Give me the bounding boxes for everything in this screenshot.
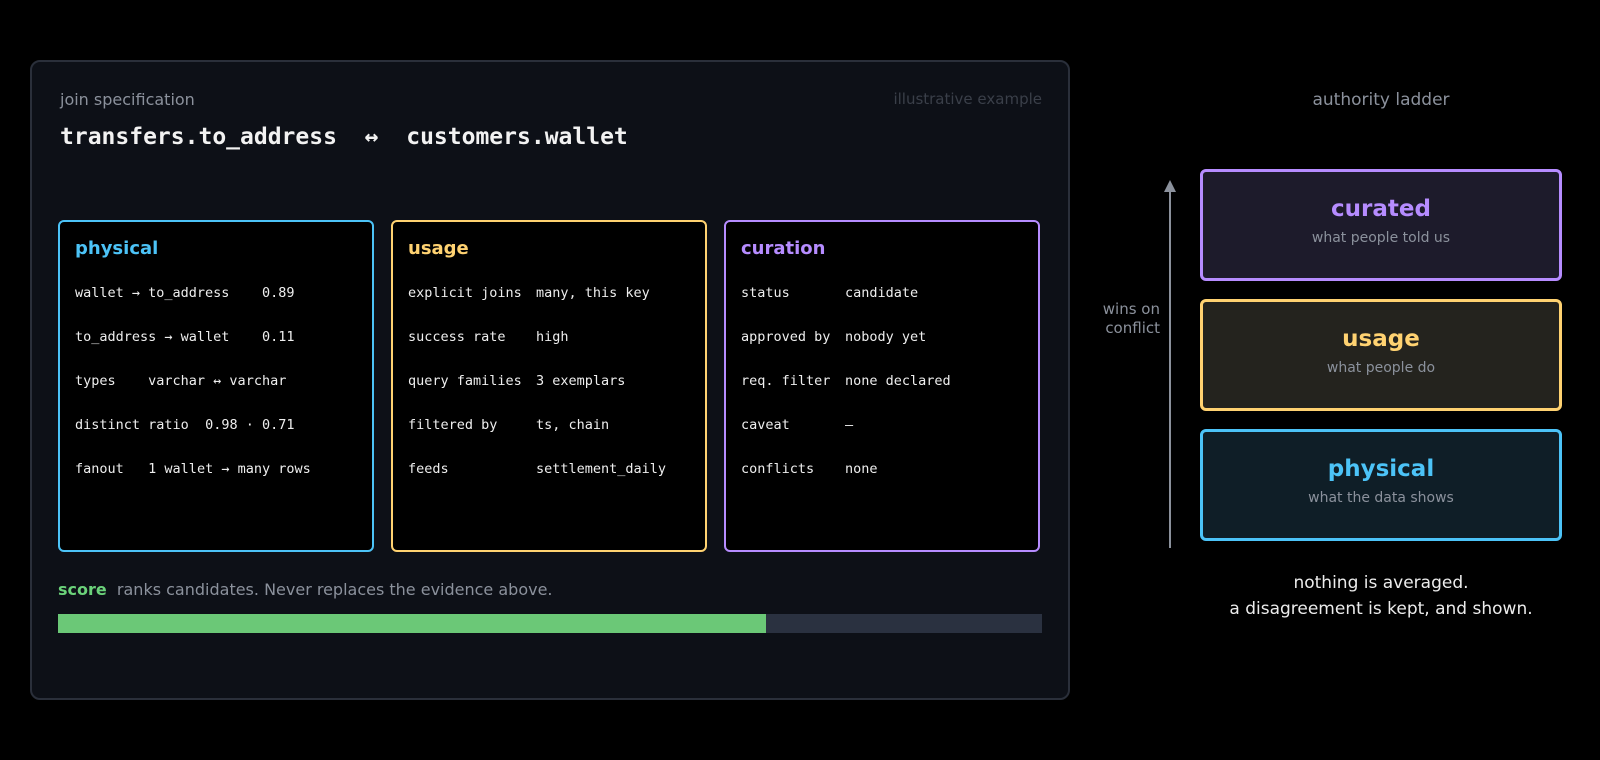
row-value: many, this key — [536, 285, 650, 301]
row-value: 0.89 — [261, 285, 295, 301]
panel-row: feeds settlement_daily — [408, 461, 666, 505]
panel-row: types varchar ↔ varchar — [75, 373, 311, 417]
closing-note: nothing is averaged. a disagreement is k… — [1200, 570, 1562, 622]
panel-row: to_address → wallet 0.11 — [75, 329, 311, 373]
panel-row: filtered by ts, chain — [408, 417, 666, 461]
row-value: high — [536, 329, 569, 345]
row-value: nobody yet — [845, 329, 927, 345]
tier-name: curated — [1331, 196, 1431, 222]
physical-panel: physical wallet → to_address 0.89 to_add… — [58, 220, 374, 552]
curation-panel: curation status candidate approved by nobo… — [724, 220, 1040, 552]
panel-row: status candidate — [741, 285, 951, 329]
diagram-canvas: join specification illustrative example … — [0, 0, 1600, 760]
row-key: req. filter — [741, 373, 831, 389]
row-key: explicit joins — [408, 285, 522, 301]
row-key: feeds — [408, 461, 449, 477]
row-key: approved by — [741, 329, 831, 345]
tier-name: physical — [1327, 456, 1435, 482]
panel-row: wallet → to_address 0.89 — [75, 285, 311, 329]
row-value: ts, chain — [536, 417, 610, 433]
row-value: 1 wallet → many rows — [148, 461, 311, 477]
panel-row: req. filter none declared — [741, 373, 951, 417]
panel-row: caveat — — [741, 417, 951, 461]
up-arrow-icon — [1164, 180, 1176, 548]
tier-physical: physical what the data shows — [1200, 429, 1562, 541]
row-key: types — [75, 373, 116, 389]
left-key: transfers.to_address — [60, 124, 337, 150]
join-spec-card: join specification illustrative example … — [30, 60, 1070, 700]
row-key: to_address → wallet — [75, 329, 230, 345]
row-key: caveat — [741, 417, 790, 433]
score-label: score — [58, 580, 107, 599]
row-key: wallet → to_address — [75, 285, 230, 301]
score-bar-fill — [58, 614, 767, 633]
panel-title: physical — [75, 238, 159, 259]
row-key: distinct ratio — [75, 417, 189, 433]
panel-title: usage — [408, 238, 469, 259]
wins-line-1: wins on — [1102, 300, 1160, 318]
usage-panel: usage explicit joins many, this key succe… — [391, 220, 707, 552]
panel-row: approved by nobody yet — [741, 329, 951, 373]
row-value: candidate — [845, 285, 919, 301]
row-value: 3 exemplars — [536, 373, 626, 389]
row-key: conflicts — [741, 461, 815, 477]
closing-line-1: nothing is averaged. — [1293, 573, 1469, 593]
row-value: 0.11 — [261, 329, 295, 345]
row-value: — — [845, 417, 854, 433]
spec-label: join specification — [60, 90, 195, 109]
row-key: status — [741, 285, 790, 301]
tier-curated: curated what people told us — [1200, 169, 1562, 281]
row-key: success rate — [408, 329, 506, 345]
row-key: fanout — [75, 461, 124, 477]
join-expression: transfers.to_address ↔ customers.wallet — [60, 124, 628, 150]
panel-title: curation — [741, 238, 826, 259]
row-value: 0.98 · 0.71 — [205, 417, 295, 433]
panel-row: fanout 1 wallet → many rows — [75, 461, 311, 505]
tier-usage: usage what people do — [1200, 299, 1562, 411]
wins-line-2: conflict — [1105, 319, 1160, 337]
panel-row: conflicts none — [741, 461, 951, 505]
ladder-title: authority ladder — [1312, 90, 1450, 110]
row-key: filtered by — [408, 417, 498, 433]
panel-row: success rate high — [408, 329, 666, 373]
panel-row: distinct ratio 0.98 · 0.71 — [75, 417, 311, 461]
tier-description: what the data shows — [1308, 490, 1454, 506]
tier-description: what people told us — [1311, 230, 1451, 246]
row-value: varchar ↔ varchar — [148, 373, 287, 389]
row-value: none — [845, 461, 878, 477]
panel-row: explicit joins many, this key — [408, 285, 666, 329]
join-arrow: ↔ — [364, 124, 379, 150]
tier-description: what people do — [1326, 360, 1436, 376]
panel-row: query families 3 exemplars — [408, 373, 666, 417]
row-value: none declared — [845, 373, 951, 389]
score-bar-track — [58, 614, 1042, 633]
score-description: ranks candidates. Never replaces the evi… — [116, 580, 553, 599]
closing-line-2: a disagreement is kept, and shown. — [1229, 599, 1533, 619]
illustrative-note: illustrative example — [893, 90, 1042, 108]
tier-name: usage — [1342, 326, 1420, 352]
row-value: settlement_daily — [536, 461, 667, 477]
right-key: customers.wallet — [406, 124, 628, 150]
score-caption: score ranks candidates. Never replaces t… — [58, 580, 553, 599]
wins-on-conflict-label: wins on conflict — [1080, 300, 1160, 338]
row-key: query families — [408, 373, 522, 389]
